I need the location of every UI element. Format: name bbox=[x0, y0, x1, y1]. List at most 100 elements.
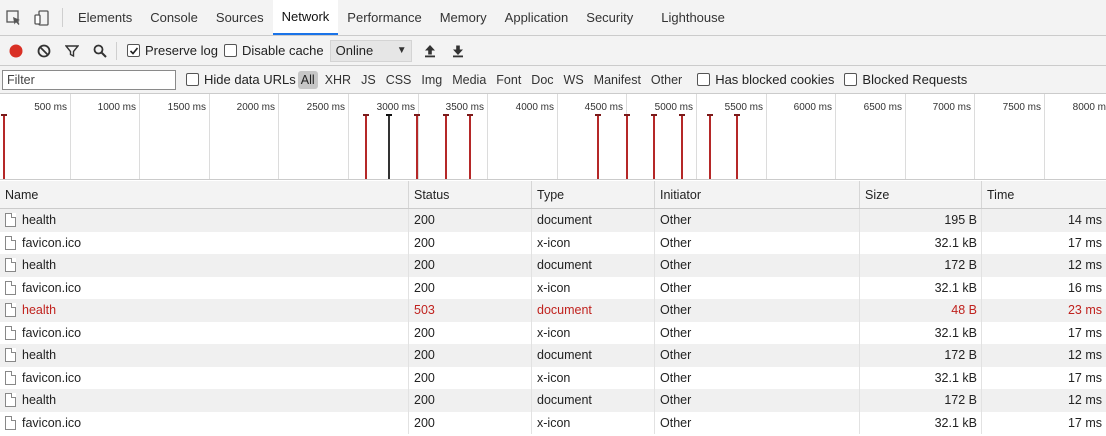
request-timing-marker bbox=[734, 114, 740, 179]
cell-type: document bbox=[532, 299, 655, 322]
filter-type-ws[interactable]: WS bbox=[561, 71, 587, 89]
tab-console[interactable]: Console bbox=[141, 0, 207, 35]
filter-type-media[interactable]: Media bbox=[449, 71, 489, 89]
tab-elements[interactable]: Elements bbox=[69, 0, 141, 35]
cell-initiator: Other bbox=[655, 276, 860, 299]
timeline-tick-label: 3000 ms bbox=[376, 102, 415, 113]
table-row[interactable]: health 200 document Other 172 B 12 ms bbox=[0, 389, 1106, 412]
cell-name: health bbox=[0, 254, 409, 277]
filter-type-img[interactable]: Img bbox=[418, 71, 445, 89]
search-icon[interactable] bbox=[88, 39, 112, 63]
filter-icon[interactable] bbox=[60, 39, 84, 63]
timeline-gridline bbox=[974, 94, 975, 179]
timeline-gridline bbox=[905, 94, 906, 179]
request-name: health bbox=[22, 348, 57, 363]
inspect-element-icon[interactable] bbox=[0, 0, 28, 35]
request-name: health bbox=[22, 213, 57, 228]
request-timing-marker bbox=[707, 114, 713, 179]
table-row[interactable]: favicon.ico 200 x-icon Other 32.1 kB 17 ms bbox=[0, 366, 1106, 389]
timeline-tick-label: 4000 ms bbox=[515, 102, 554, 113]
network-overview-timeline[interactable]: 500 ms 1000 ms 1500 ms 2000 ms 2500 ms 3000 m… bbox=[0, 94, 1106, 180]
table-row[interactable]: favicon.ico 200 x-icon Other 32.1 kB 17 ms bbox=[0, 411, 1106, 434]
cell-size: 32.1 kB bbox=[860, 276, 982, 299]
export-har-icon[interactable] bbox=[446, 39, 470, 63]
import-har-icon[interactable] bbox=[418, 39, 442, 63]
tab-application[interactable]: Application bbox=[496, 0, 578, 35]
device-toolbar-icon[interactable] bbox=[28, 0, 56, 35]
column-header-initiator[interactable]: Initiator bbox=[655, 181, 860, 208]
filter-type-xhr[interactable]: XHR bbox=[322, 71, 354, 89]
blocked-requests-checkbox[interactable]: Blocked Requests bbox=[844, 72, 967, 87]
cell-size: 172 B bbox=[860, 389, 982, 412]
hide-data-urls-checkbox[interactable]: Hide data URLs bbox=[186, 72, 296, 87]
table-row[interactable]: health 200 document Other 172 B 12 ms bbox=[0, 344, 1106, 367]
tab-security[interactable]: Security bbox=[577, 0, 642, 35]
clear-icon[interactable] bbox=[32, 39, 56, 63]
filter-type-all[interactable]: All bbox=[297, 70, 318, 89]
filter-type-manifest[interactable]: Manifest bbox=[591, 71, 644, 89]
tab-lighthouse[interactable]: Lighthouse bbox=[652, 0, 734, 35]
record-button[interactable] bbox=[4, 39, 28, 63]
disable-cache-checkbox[interactable]: Disable cache bbox=[223, 43, 324, 58]
table-body: health 200 document Other 195 B 14 ms favicon.… bbox=[0, 209, 1106, 434]
column-header-status[interactable]: Status bbox=[409, 181, 532, 208]
request-timing-marker bbox=[386, 114, 392, 179]
column-header-size[interactable]: Size bbox=[860, 181, 982, 208]
timeline-gridline bbox=[1044, 94, 1045, 179]
cell-name: health bbox=[0, 299, 409, 322]
column-header-time[interactable]: Time bbox=[982, 181, 1106, 208]
column-header-type[interactable]: Type bbox=[532, 181, 655, 208]
table-row[interactable]: favicon.ico 200 x-icon Other 32.1 kB 16 ms bbox=[0, 276, 1106, 299]
has-blocked-cookies-checkbox[interactable]: Has blocked cookies bbox=[697, 72, 834, 87]
timeline-tick-label: 1500 ms bbox=[167, 102, 206, 113]
chevron-down-icon: ▼ bbox=[396, 45, 407, 56]
filter-type-doc[interactable]: Doc bbox=[528, 71, 556, 89]
filter-type-js[interactable]: JS bbox=[358, 71, 379, 89]
cell-type: x-icon bbox=[532, 231, 655, 254]
request-timing-marker bbox=[363, 114, 369, 179]
table-row[interactable]: health 200 document Other 172 B 12 ms bbox=[0, 254, 1106, 277]
timeline-tick-label: 4500 ms bbox=[584, 102, 623, 113]
filter-input[interactable] bbox=[2, 69, 176, 90]
timeline-tick-label: 500 ms bbox=[34, 102, 67, 113]
timeline-gridline bbox=[696, 94, 697, 179]
table-row[interactable]: health 503 document Other 48 B 23 ms bbox=[0, 299, 1106, 322]
document-icon bbox=[5, 370, 16, 385]
preserve-log-checkbox[interactable]: Preserve log bbox=[127, 43, 218, 58]
requests-table: Name Status Type Initiator Size Time health 20… bbox=[0, 181, 1106, 434]
cell-type: document bbox=[532, 209, 655, 232]
cell-type: document bbox=[532, 254, 655, 277]
table-row[interactable]: health 200 document Other 195 B 14 ms bbox=[0, 209, 1106, 232]
throttling-select[interactable]: Online ▼ bbox=[329, 39, 412, 62]
blocked-requests-label: Blocked Requests bbox=[862, 72, 968, 87]
tab-memory[interactable]: Memory bbox=[431, 0, 496, 35]
table-header: Name Status Type Initiator Size Time bbox=[0, 181, 1106, 209]
tab-performance[interactable]: Performance bbox=[338, 0, 430, 35]
request-name: favicon.ico bbox=[22, 235, 82, 250]
filter-type-font[interactable]: Font bbox=[493, 71, 524, 89]
cell-time: 17 ms bbox=[1067, 235, 1102, 250]
column-header-name[interactable]: Name bbox=[0, 181, 409, 208]
request-name: favicon.ico bbox=[22, 325, 82, 340]
request-name: health bbox=[22, 303, 57, 318]
cell-initiator: Other bbox=[655, 254, 860, 277]
request-name: health bbox=[22, 393, 57, 408]
document-icon bbox=[5, 325, 16, 340]
cell-status: 200 bbox=[409, 321, 532, 344]
timeline-tick-label: 7000 ms bbox=[932, 102, 971, 113]
cell-initiator: Other bbox=[655, 411, 860, 434]
filter-type-css[interactable]: CSS bbox=[383, 71, 415, 89]
timeline-gridline bbox=[348, 94, 349, 179]
cell-status: 200 bbox=[409, 276, 532, 299]
table-row[interactable]: favicon.ico 200 x-icon Other 32.1 kB 17 ms bbox=[0, 231, 1106, 254]
tab-sources[interactable]: Sources bbox=[207, 0, 273, 35]
cell-status: 200 bbox=[409, 231, 532, 254]
table-row[interactable]: favicon.ico 200 x-icon Other 32.1 kB 17 ms bbox=[0, 321, 1106, 344]
document-icon bbox=[5, 280, 16, 295]
request-timing-marker bbox=[414, 114, 420, 179]
cell-name: favicon.ico bbox=[0, 411, 409, 434]
cell-size: 172 B bbox=[860, 344, 982, 367]
tab-network[interactable]: Network bbox=[272, 0, 339, 35]
cell-name: health bbox=[0, 389, 409, 412]
filter-type-other[interactable]: Other bbox=[648, 71, 685, 89]
